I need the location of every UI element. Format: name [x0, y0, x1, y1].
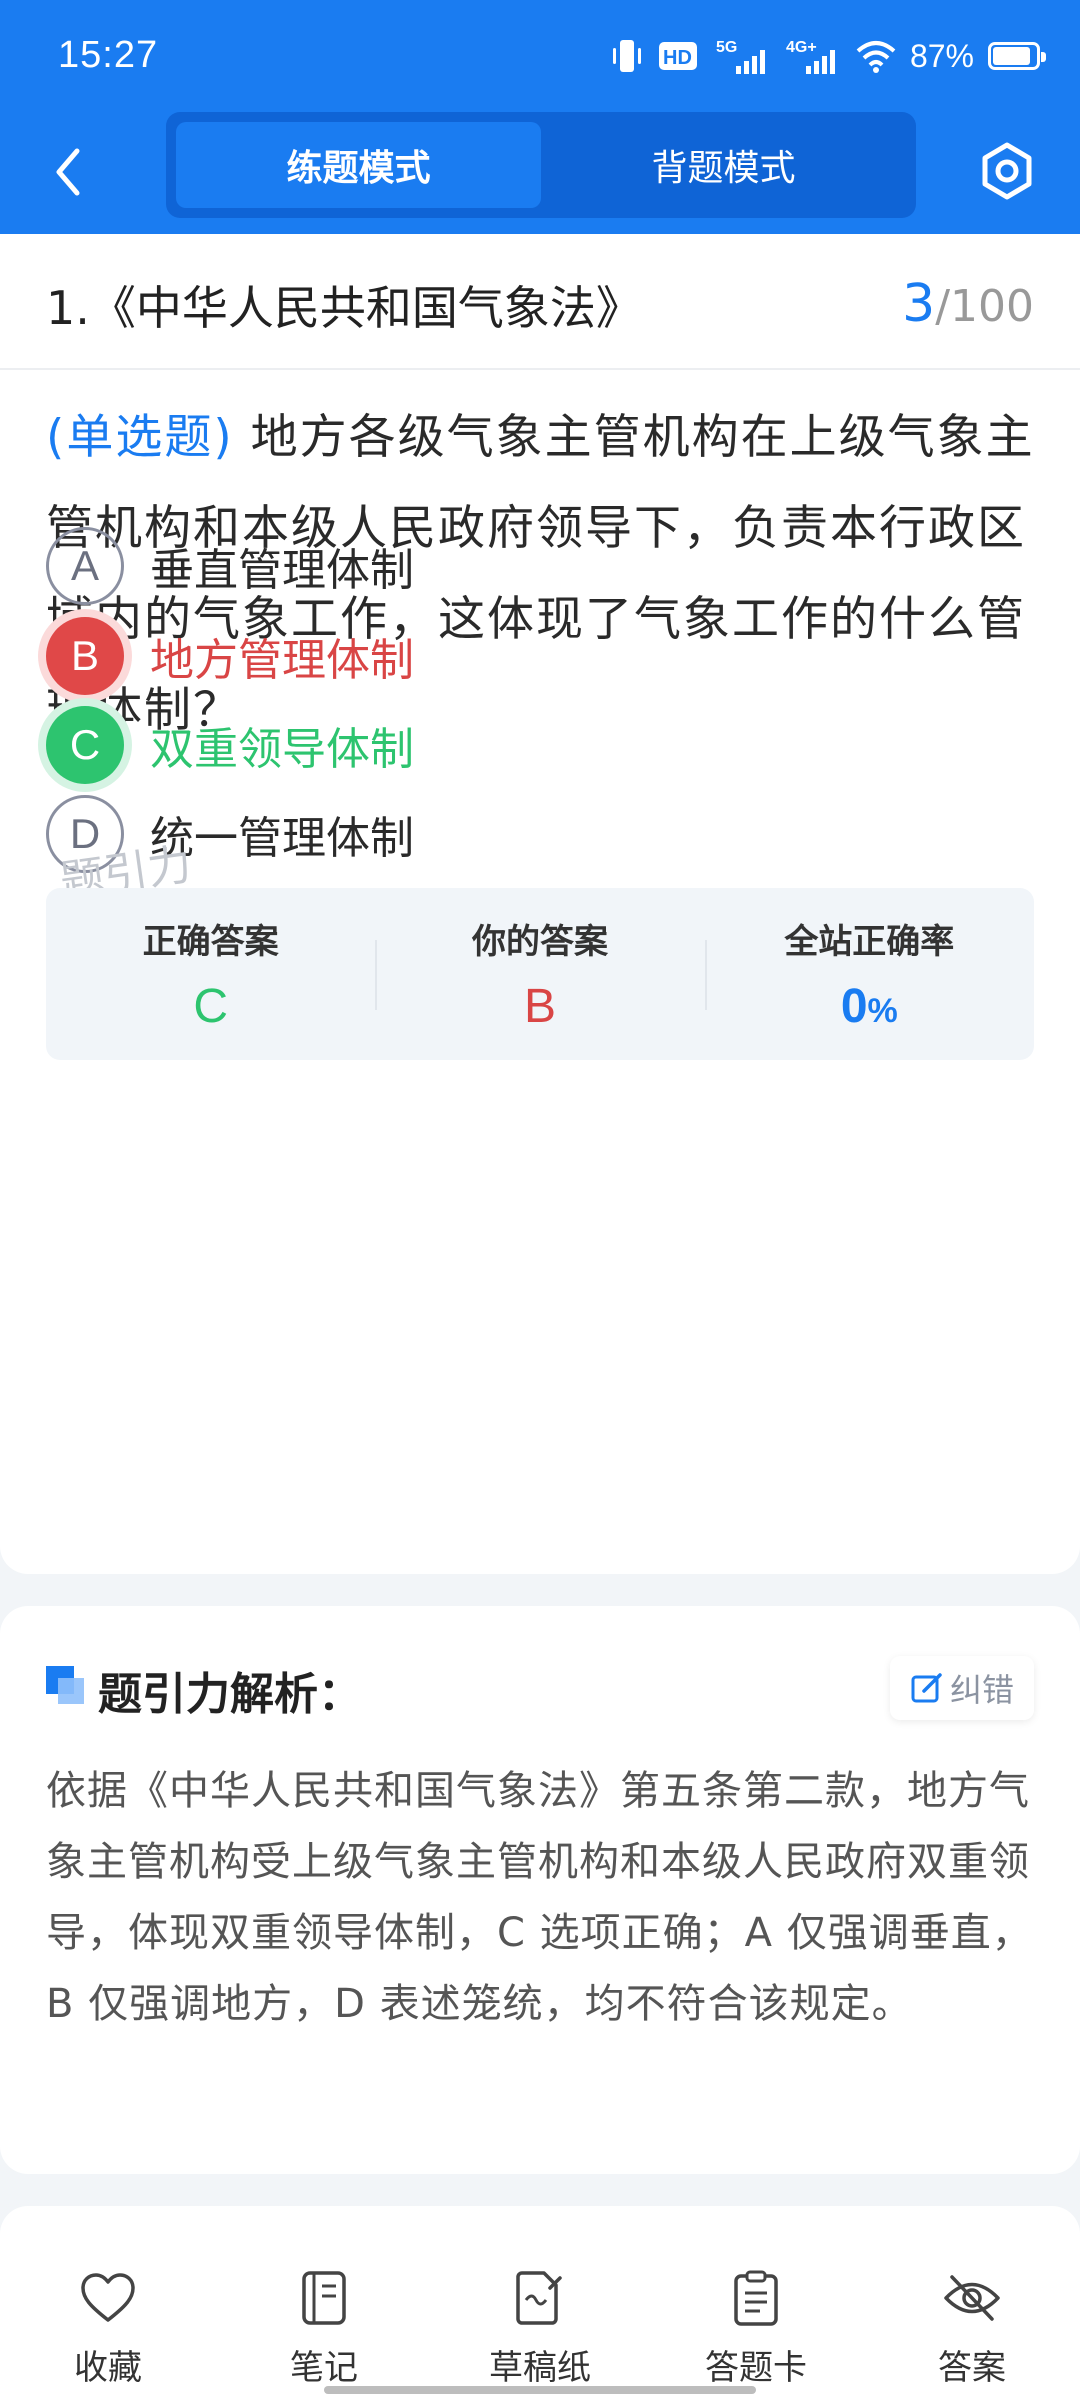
back-button[interactable]	[38, 132, 98, 212]
bottom-toolbar: 收藏 笔记 草稿纸 答题卡 答案	[0, 2206, 1080, 2400]
question-card: 1.《中华人民共和国气象法》 3/100 (单选题) 地方各级气象主管机构在上级…	[0, 234, 1080, 1574]
analysis-title: 题引力解析：	[98, 1669, 362, 1720]
battery-percent: 87%	[909, 37, 974, 74]
answer-toggle-button[interactable]: 答案	[864, 2206, 1080, 2400]
stat-site-accuracy: 全站正确率 0%	[704, 888, 1034, 1060]
status-icons: HD 5G 4G+ 87%	[610, 34, 1046, 78]
favorite-button[interactable]: 收藏	[0, 2206, 216, 2400]
report-error-button[interactable]: 纠错	[890, 1656, 1034, 1720]
stat-correct-answer: 正确答案 C	[46, 888, 375, 1060]
app-header: 15:27 HD 5G 4G+ 87% 练题模式 背题模式	[0, 0, 1080, 234]
hexagon-gear-icon	[982, 142, 1032, 200]
mode-switch: 练题模式 背题模式	[166, 112, 916, 218]
5g-signal-icon: 5G	[716, 36, 772, 76]
4g-signal-icon: 4G+	[786, 36, 842, 76]
svg-text:HD: HD	[663, 47, 692, 69]
battery-icon	[988, 42, 1046, 70]
current-question-number: 3	[902, 274, 936, 334]
question-counter: 3/100	[902, 274, 1034, 334]
answer-stats: 正确答案 C 你的答案 B 全站正确率 0%	[46, 888, 1034, 1060]
question-type: (单选题)	[46, 410, 234, 465]
option-b-label: 地方管理体制	[150, 635, 414, 686]
eye-off-icon	[942, 2268, 1002, 2328]
tab-recite-mode[interactable]: 背题模式	[541, 122, 906, 208]
tab-practice-mode[interactable]: 练题模式	[176, 122, 541, 208]
correct-answer-label: 正确答案	[142, 922, 279, 962]
hd-icon: HD	[658, 39, 702, 73]
answer-toggle-label: 答案	[938, 2348, 1006, 2388]
notes-button[interactable]: 笔记	[216, 2206, 432, 2400]
option-c-letter: C	[46, 706, 124, 784]
analysis-icon	[46, 1666, 86, 1706]
status-bar: 15:27 HD 5G 4G+ 87%	[0, 0, 1080, 110]
stat-your-answer: 你的答案 B	[375, 888, 704, 1060]
option-c-label: 双重领导体制	[150, 724, 414, 775]
favorite-label: 收藏	[74, 2348, 142, 2388]
correct-answer-value: C	[193, 980, 228, 1033]
battery-fill	[993, 47, 1030, 65]
site-accuracy-unit: %	[867, 992, 898, 1030]
heart-icon	[78, 2268, 138, 2328]
notes-label: 笔记	[290, 2348, 358, 2388]
option-a[interactable]: A 垂直管理体制	[46, 526, 946, 606]
answer-card-icon	[726, 2268, 786, 2328]
draft-paper-label: 草稿纸	[489, 2348, 591, 2388]
option-c[interactable]: C 双重领导体制	[46, 705, 946, 785]
answer-card-label: 答题卡	[705, 2348, 807, 2388]
total-questions: /100	[935, 281, 1034, 332]
edit-icon	[911, 1673, 942, 1703]
analysis-card: 题引力解析： 纠错 依据《中华人民共和国气象法》第五条第二款，地方气象主管机构受…	[0, 1606, 1080, 2174]
notebook-icon	[294, 2268, 354, 2328]
svg-text:5G: 5G	[716, 39, 737, 56]
report-error-label: 纠错	[949, 1671, 1014, 1709]
option-a-letter: A	[46, 527, 124, 605]
option-b[interactable]: B 地方管理体制	[46, 616, 946, 696]
site-accuracy-value: 0%	[841, 979, 898, 1034]
settings-button[interactable]	[972, 136, 1042, 206]
wifi-icon	[856, 39, 896, 73]
home-indicator[interactable]	[324, 2386, 756, 2394]
draft-paper-button[interactable]: 草稿纸	[432, 2206, 648, 2400]
section-title: 1.《中华人民共和国气象法》	[46, 281, 642, 335]
chevron-left-icon	[56, 148, 80, 196]
draft-paper-icon	[510, 2268, 570, 2328]
your-answer-label: 你的答案	[471, 922, 608, 962]
analysis-text: 依据《中华人民共和国气象法》第五条第二款，地方气象主管机构受上级气象主管机构和本…	[46, 1768, 1033, 2027]
site-accuracy-label: 全站正确率	[784, 922, 955, 962]
question-header: 1.《中华人民共和国气象法》 3/100	[0, 234, 1080, 370]
your-answer-value: B	[523, 980, 556, 1033]
status-time: 15:27	[58, 34, 159, 76]
svg-text:4G+: 4G+	[786, 39, 817, 56]
vibrate-icon	[610, 36, 644, 76]
option-b-letter: B	[46, 617, 124, 695]
site-accuracy-number: 0	[840, 980, 868, 1033]
option-a-label: 垂直管理体制	[150, 545, 414, 596]
nav-bar: 练题模式 背题模式	[0, 110, 1080, 234]
answer-card-button[interactable]: 答题卡	[648, 2206, 864, 2400]
